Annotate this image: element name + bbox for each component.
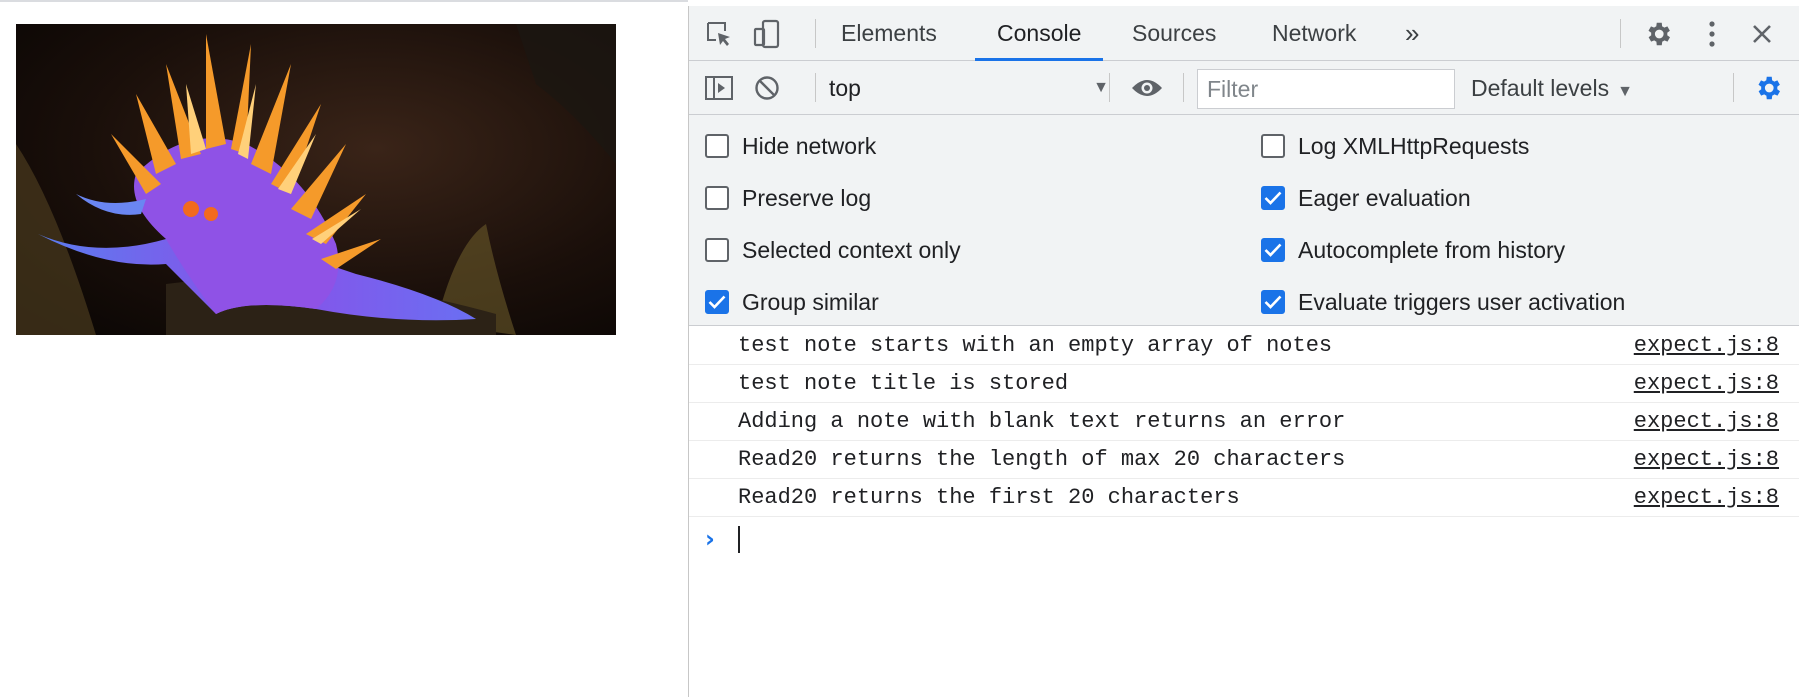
group-similar-label: Group similar xyxy=(742,288,879,315)
console-message-text: Read20 returns the length of max 20 char… xyxy=(738,447,1346,472)
console-message-text: Read20 returns the first 20 characters xyxy=(738,485,1240,510)
console-message-source-link[interactable]: expect.js:8 xyxy=(1634,365,1779,403)
hide-network-option[interactable]: Hide network xyxy=(705,131,876,161)
prompt-chevron-icon: › xyxy=(705,525,715,553)
autocomplete-label: Autocomplete from history xyxy=(1298,236,1566,263)
console-message-text: test note starts with an empty array of … xyxy=(738,333,1333,358)
console-message: test note title is stored expect.js:8 xyxy=(689,365,1799,403)
selected-context-checkbox[interactable] xyxy=(705,238,729,262)
inspect-element-icon[interactable] xyxy=(703,18,735,50)
log-xhr-checkbox[interactable] xyxy=(1261,134,1285,158)
console-settings-gear-icon[interactable] xyxy=(1752,72,1784,104)
gear-icon[interactable] xyxy=(1642,18,1674,50)
autocomplete-option[interactable]: Autocomplete from history xyxy=(1261,235,1565,265)
eager-evaluation-label: Eager evaluation xyxy=(1298,184,1471,211)
eager-evaluation-option[interactable]: Eager evaluation xyxy=(1261,183,1471,213)
page-viewport xyxy=(0,0,688,697)
devtools-panel: Elements Console Sources Network » top ▼… xyxy=(688,6,1799,697)
context-selector[interactable]: top ▼ xyxy=(829,69,1119,107)
console-message-source-link[interactable]: expect.js:8 xyxy=(1634,441,1779,479)
console-message: Read20 returns the length of max 20 char… xyxy=(689,441,1799,479)
log-xhr-option[interactable]: Log XMLHttpRequests xyxy=(1261,131,1529,161)
preserve-log-option[interactable]: Preserve log xyxy=(705,183,871,213)
device-toolbar-icon[interactable] xyxy=(751,18,783,50)
sidebar-toggle-icon[interactable] xyxy=(703,72,735,104)
close-icon[interactable] xyxy=(1746,18,1778,50)
console-message-source-link[interactable]: expect.js:8 xyxy=(1634,479,1779,517)
tab-sources[interactable]: Sources xyxy=(1110,6,1238,61)
tab-console[interactable]: Console xyxy=(975,6,1104,61)
console-message-source-link[interactable]: expect.js:8 xyxy=(1634,403,1779,441)
context-selector-value: top xyxy=(829,75,861,101)
log-levels-dropdown[interactable]: Default levels ▼ xyxy=(1471,69,1633,107)
log-levels-label: Default levels xyxy=(1471,75,1610,101)
tab-elements[interactable]: Elements xyxy=(819,6,959,61)
console-message: Read20 returns the first 20 characters e… xyxy=(689,479,1799,517)
eval-triggers-option[interactable]: Evaluate triggers user activation xyxy=(1261,287,1625,317)
log-xhr-label: Log XMLHttpRequests xyxy=(1298,132,1530,159)
console-message-text: test note title is stored xyxy=(738,371,1069,396)
console-message-source-link[interactable]: expect.js:8 xyxy=(1634,327,1779,365)
console-message-text: Adding a note with blank text returns an… xyxy=(738,409,1346,434)
eye-icon[interactable] xyxy=(1131,72,1163,104)
kebab-menu-icon[interactable] xyxy=(1696,18,1728,50)
caret-down-icon: ▼ xyxy=(1093,79,1109,96)
console-settings-pane: Hide network Preserve log Selected conte… xyxy=(689,115,1799,326)
console-prompt[interactable]: › xyxy=(689,517,1799,559)
console-messages: test note starts with an empty array of … xyxy=(689,327,1799,559)
group-similar-option[interactable]: Group similar xyxy=(705,287,879,317)
console-input[interactable] xyxy=(734,517,1774,559)
eval-triggers-checkbox[interactable] xyxy=(1261,290,1285,314)
console-toolbar: top ▼ Default levels ▼ xyxy=(689,61,1799,115)
selected-context-option[interactable]: Selected context only xyxy=(705,235,961,265)
selected-context-label: Selected context only xyxy=(742,236,961,263)
more-tabs-button[interactable]: » xyxy=(1395,6,1429,61)
nudibranch-photo xyxy=(16,24,616,335)
tab-network[interactable]: Network xyxy=(1250,6,1378,61)
console-message: test note starts with an empty array of … xyxy=(689,327,1799,365)
eager-evaluation-checkbox[interactable] xyxy=(1261,186,1285,210)
console-message: Adding a note with blank text returns an… xyxy=(689,403,1799,441)
filter-input[interactable] xyxy=(1197,69,1455,109)
clear-console-icon[interactable] xyxy=(751,72,783,104)
autocomplete-checkbox[interactable] xyxy=(1261,238,1285,262)
preserve-log-checkbox[interactable] xyxy=(705,186,729,210)
group-similar-checkbox[interactable] xyxy=(705,290,729,314)
preserve-log-label: Preserve log xyxy=(742,184,872,211)
hide-network-checkbox[interactable] xyxy=(705,134,729,158)
hide-network-label: Hide network xyxy=(742,132,877,159)
caret-down-icon: ▼ xyxy=(1617,83,1633,100)
devtools-tabbar: Elements Console Sources Network » xyxy=(689,6,1799,61)
eval-triggers-label: Evaluate triggers user activation xyxy=(1298,288,1626,315)
